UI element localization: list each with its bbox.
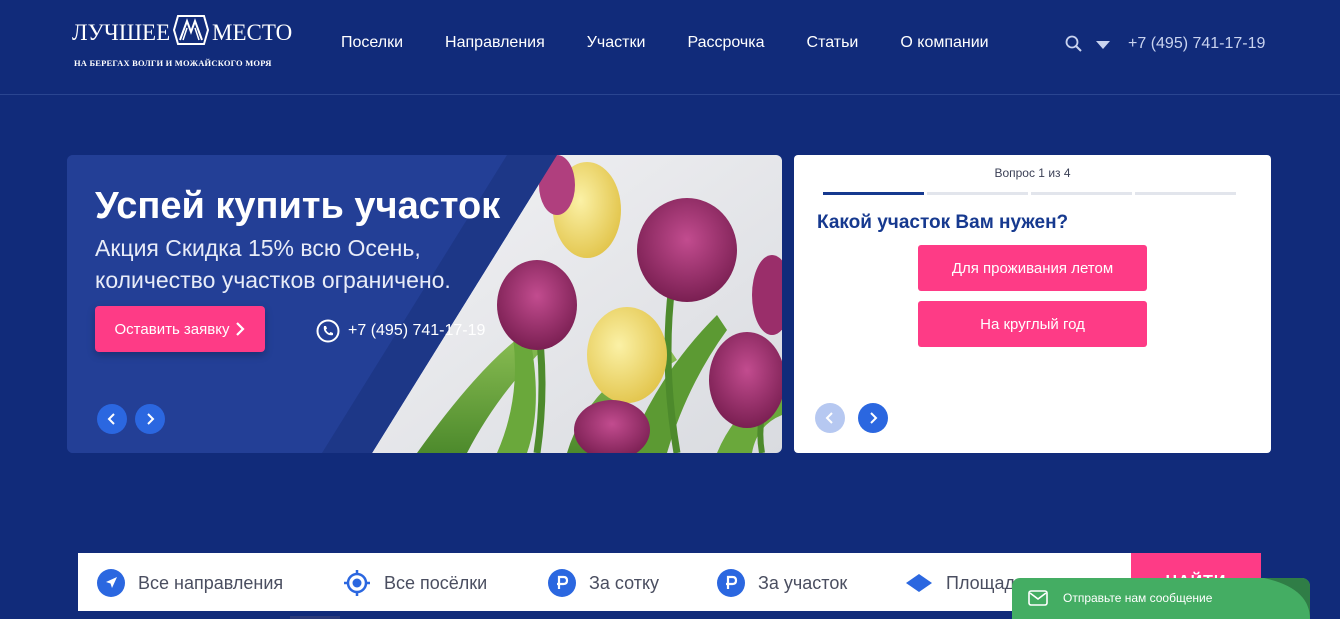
slider-next-button[interactable] [135,404,165,434]
filter-price-per-sotka[interactable]: За сотку [548,569,659,597]
filter-directions[interactable]: Все направления [97,569,283,597]
chat-widget-label: Отправьте нам сообщение [1063,591,1213,605]
quiz-progress-segment [1135,192,1236,195]
chat-widget-corner [1264,578,1310,619]
quiz-option-year-round[interactable]: На круглый год [918,301,1147,347]
nav-item-villages[interactable]: Поселки [341,34,403,52]
quiz-progress-segment [823,192,924,195]
filter-villages[interactable]: Все посёлки [343,569,487,597]
nav-item-directions[interactable]: Направления [445,34,545,52]
leave-request-button[interactable]: Оставить заявку [95,306,265,352]
filter-price-per-plot-label: За участок [758,572,848,593]
target-icon [344,570,370,596]
quiz-next-button[interactable] [858,403,888,433]
promo-title: Успей купить участок [95,185,501,227]
logo-word-right: МЕСТО [212,20,293,45]
quiz-card: Вопрос 1 из 4 Какой участок Вам нужен? Д… [794,155,1271,453]
nav-item-plots[interactable]: Участки [587,34,646,52]
search-icon[interactable] [1064,34,1084,54]
quiz-prev-button[interactable] [815,403,845,433]
quiz-counter: Вопрос 1 из 4 [994,166,1071,180]
filter-price-per-plot[interactable]: За участок [717,569,847,597]
ruble-icon [717,569,745,597]
filter-price-per-sotka-label: За сотку [589,572,660,593]
chevron-right-icon [147,413,155,425]
nav-item-articles[interactable]: Статьи [807,34,859,52]
envelope-icon [1028,590,1048,606]
filter-area[interactable]: Площадь [905,569,1024,597]
ruble-icon [548,569,576,597]
phone-icon [316,319,340,343]
promo-slider: Успей купить участок Акция Скидка 15% вс… [67,155,782,453]
chevron-right-icon [870,412,878,424]
main-nav: Поселки Направления Участки Рассрочка Ст… [341,34,1031,52]
promo-phone-number: +7 (495) 741-17-19 [348,322,486,339]
navigation-arrow-icon [97,569,125,597]
promo-phone[interactable]: +7 (495) 741-17-19 [316,319,485,343]
nav-item-about[interactable]: О компании [900,34,988,52]
slider-prev-button[interactable] [97,404,127,434]
nav-item-installment[interactable]: Рассрочка [687,34,764,52]
promo-description: Акция Скидка 15% всю Осень, количество у… [95,235,451,293]
filter-directions-label: Все направления [138,572,284,593]
chevron-left-icon [825,412,833,424]
quiz-progress [823,192,1236,195]
quiz-question: Какой участок Вам нужен? [817,212,1069,233]
chevron-down-icon[interactable] [1096,40,1110,50]
quiz-progress-segment [927,192,1028,195]
logo-emblem-icon [172,15,210,45]
header-phone[interactable]: +7 (495) 741-17-19 [1128,35,1265,53]
logo[interactable]: ЛУЧШЕЕ МЕСТО НА БЕРЕГАХ ВОЛГИ И МОЖАЙСКО… [72,12,294,72]
area-diamond-icon [906,574,932,592]
site-header: ЛУЧШЕЕ МЕСТО НА БЕРЕГАХ ВОЛГИ И МОЖАЙСКО… [0,0,1340,95]
quiz-progress-segment [1031,192,1132,195]
chat-widget[interactable]: Отправьте нам сообщение [1012,578,1310,619]
logo-tagline: НА БЕРЕГАХ ВОЛГИ И МОЖАЙСКОГО МОРЯ [74,58,272,68]
logo-word-left: ЛУЧШЕЕ [72,20,171,45]
leave-request-label: Оставить заявку [114,320,230,338]
chevron-right-icon [236,322,246,336]
chevron-left-icon [107,413,115,425]
quiz-option-summer[interactable]: Для проживания летом [918,245,1147,291]
filter-villages-label: Все посёлки [384,572,488,593]
